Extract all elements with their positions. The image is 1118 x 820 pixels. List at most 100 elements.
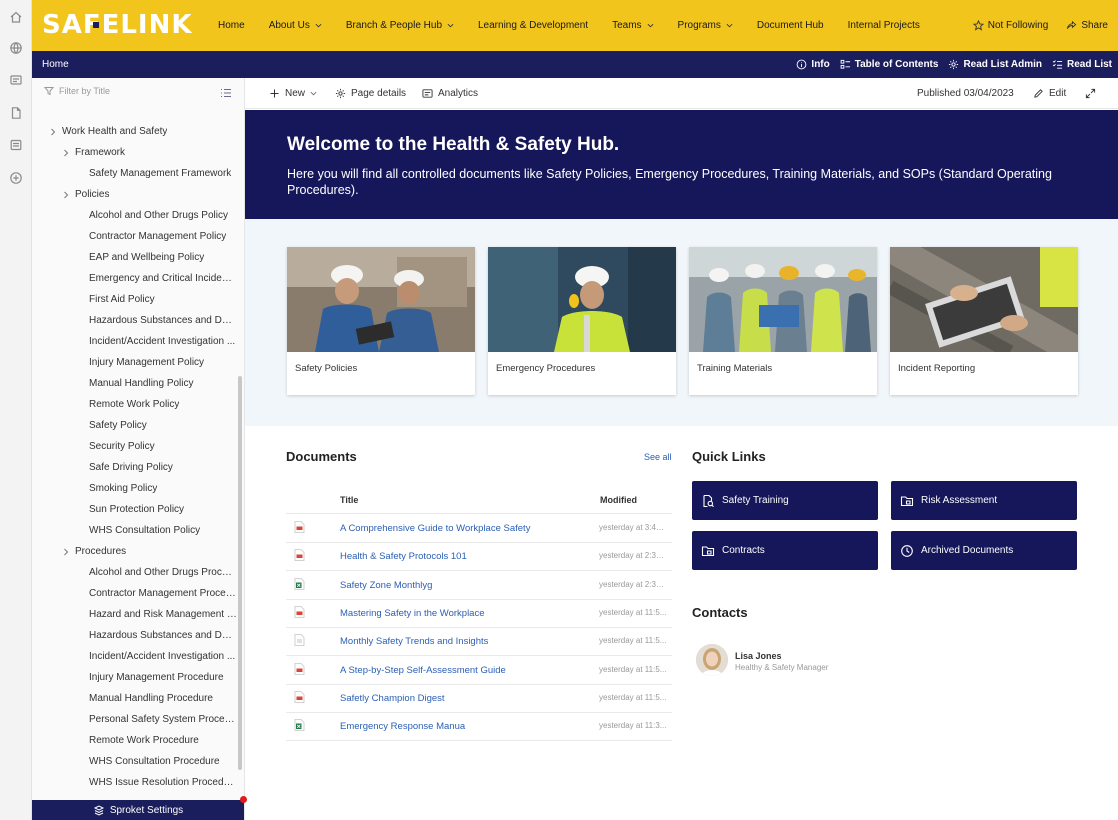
tree-item[interactable]: Alcohol and Other Drugs Proced... (32, 562, 237, 583)
tree-item[interactable]: Security Policy (32, 436, 237, 457)
expand-button[interactable] (1085, 78, 1101, 109)
sprocket-settings-button[interactable]: Sproket Settings (32, 800, 244, 820)
document-title-link[interactable]: A Comprehensive Guide to Workplace Safet… (340, 523, 530, 534)
tree-item[interactable]: Framework (32, 142, 237, 163)
tree-item[interactable]: Manual Handling Procedure (32, 688, 237, 709)
column-header-modified[interactable]: Modified (600, 495, 637, 505)
document-title-link[interactable]: A Step-by-Step Self-Assessment Guide (340, 665, 506, 676)
document-title-link[interactable]: Emergency Response Manua (340, 721, 465, 732)
chevron-right-icon[interactable] (62, 548, 70, 556)
tree-item[interactable]: Injury Management Policy (32, 352, 237, 373)
quick-link-safety-training[interactable]: Safety Training (692, 481, 878, 520)
tree-item[interactable]: Incident/Accident Investigation ... (32, 646, 237, 667)
tree-item[interactable]: Personal Safety System Procedu... (32, 709, 237, 730)
page-details-button[interactable]: Page details (335, 78, 406, 109)
tree-item[interactable]: Hazardous Substances and Dan... (32, 310, 237, 331)
chevron-right-icon[interactable] (62, 149, 70, 157)
quick-link-contracts[interactable]: Contracts (692, 531, 878, 570)
table-row[interactable]: A Comprehensive Guide to Workplace Safet… (286, 514, 672, 542)
column-header-title[interactable]: Title (340, 495, 358, 505)
tree-item[interactable]: Hazardous Substances and Dan... (32, 625, 237, 646)
document-title-link[interactable]: Mastering Safety in the Workplace (340, 608, 485, 619)
tree-item[interactable]: WHS Issue Resolution Procedure (32, 772, 237, 793)
list-view-icon[interactable] (220, 86, 232, 98)
document-modified: yesterday at 11:5... (599, 664, 667, 674)
card-emergency-procedures[interactable]: Emergency Procedures (488, 247, 676, 395)
tree-item[interactable]: Policies (32, 184, 237, 205)
tree-item[interactable]: Remote Work Policy (32, 394, 237, 415)
document-title-link[interactable]: Health & Safety Protocols 101 (340, 551, 467, 562)
table-row[interactable]: Safetly Champion Digest yesterday at 11:5… (286, 684, 672, 712)
quick-link-archived-documents[interactable]: Archived Documents (891, 531, 1077, 570)
tree-item[interactable]: Safety Policy (32, 415, 237, 436)
document-title-link[interactable]: Safety Zone Monthlyg (340, 580, 432, 591)
tree-item[interactable]: Safe Driving Policy (32, 457, 237, 478)
tree-scrollbar[interactable] (238, 376, 242, 770)
card-safety-policies[interactable]: Safety Policies (287, 247, 475, 395)
table-row[interactable]: Emergency Response Manua yesterday at 11:… (286, 712, 672, 740)
tree-item[interactable]: Emergency and Critical Incident ... (32, 268, 237, 289)
nav-internal-projects[interactable]: Internal Projects (848, 20, 920, 31)
follow-button[interactable]: Not Following (972, 20, 1048, 31)
tree-item[interactable]: First Aid Policy (32, 289, 237, 310)
tree-item[interactable]: Contractor Management Proced... (32, 583, 237, 604)
tree-item[interactable]: Injury Management Procedure (32, 667, 237, 688)
card-incident-reporting[interactable]: Incident Reporting (890, 247, 1078, 395)
info-button[interactable]: Info (796, 59, 830, 70)
home-icon[interactable] (9, 10, 23, 24)
nav-label: About Us (268, 20, 310, 31)
add-icon[interactable] (9, 171, 23, 185)
card-training-materials[interactable]: Training Materials (689, 247, 877, 395)
page-icon[interactable] (9, 106, 23, 120)
edit-button[interactable]: Edit (1033, 78, 1066, 109)
breadcrumb-home[interactable]: Home (42, 59, 69, 70)
tree-item[interactable]: Sun Protection Policy (32, 499, 237, 520)
nav-teams[interactable]: Teams (612, 20, 653, 31)
tree-item[interactable]: Work Health and Safety (32, 121, 237, 142)
tree-item-label: Manual Handling Procedure (89, 693, 213, 704)
chevron-right-icon[interactable] (49, 128, 57, 136)
globe-icon[interactable] (9, 41, 23, 55)
table-row[interactable]: A Step-by-Step Self-Assessment Guide yest… (286, 656, 672, 684)
tree-item[interactable]: Incident/Accident Investigation ... (32, 331, 237, 352)
tree-item[interactable]: Procedures (32, 541, 237, 562)
nav-branch-people-hub[interactable]: Branch & People Hub (346, 20, 454, 31)
share-button[interactable]: Share (1066, 20, 1108, 31)
nav-programs[interactable]: Programs (678, 20, 733, 31)
contact-name[interactable]: Lisa Jones (735, 651, 782, 661)
table-row[interactable]: Mastering Safety in the Workplace yesterd… (286, 599, 672, 627)
expand-icon (1085, 88, 1096, 99)
tree-item[interactable]: Manual Handling Policy (32, 373, 237, 394)
tree-item[interactable]: Safety Management Framework (32, 163, 237, 184)
table-row[interactable]: Safety Zone Monthlyg yesterday at 2:33... (286, 571, 672, 599)
tree-item[interactable]: Smoking Policy (32, 478, 237, 499)
read-list-admin-button[interactable]: Read List Admin (948, 59, 1042, 70)
tree-item[interactable]: Hazard and Risk Management Pr... (32, 604, 237, 625)
table-of-contents-button[interactable]: Table of Contents (840, 59, 938, 70)
tree-item[interactable]: Alcohol and Other Drugs Policy (32, 205, 237, 226)
filter-by-title-input[interactable]: Filter by Title (44, 86, 110, 96)
read-list-button[interactable]: Read List (1052, 59, 1112, 70)
tree-item[interactable]: WHS Consultation Policy (32, 520, 237, 541)
safelink-logo[interactable]: SAFELINK (42, 10, 193, 40)
analytics-button[interactable]: Analytics (422, 78, 478, 109)
avatar[interactable] (696, 644, 728, 676)
nav-about-us[interactable]: About Us (269, 20, 322, 31)
nav-home[interactable]: Home (218, 20, 245, 31)
new-button[interactable]: New (269, 78, 317, 109)
tree-item[interactable]: Remote Work Procedure (32, 730, 237, 751)
tree-item[interactable]: WHS Consultation Procedure (32, 751, 237, 772)
see-all-link[interactable]: See all (644, 452, 672, 462)
news-icon[interactable] (9, 73, 23, 87)
document-title-link[interactable]: Safetly Champion Digest (340, 693, 445, 704)
chevron-right-icon[interactable] (62, 191, 70, 199)
list-icon[interactable] (9, 138, 23, 152)
table-row[interactable]: Health & Safety Protocols 101 yesterday a… (286, 542, 672, 570)
nav-learning-development[interactable]: Learning & Development (478, 20, 588, 31)
nav-document-hub[interactable]: Document Hub (757, 20, 824, 31)
document-title-link[interactable]: Monthly Safety Trends and Insights (340, 636, 488, 647)
tree-item[interactable]: Contractor Management Policy (32, 226, 237, 247)
quick-link-risk-assessment[interactable]: Risk Assessment (891, 481, 1077, 520)
tree-item[interactable]: EAP and Wellbeing Policy (32, 247, 237, 268)
table-row[interactable]: Monthly Safety Trends and Insights yester… (286, 627, 672, 655)
